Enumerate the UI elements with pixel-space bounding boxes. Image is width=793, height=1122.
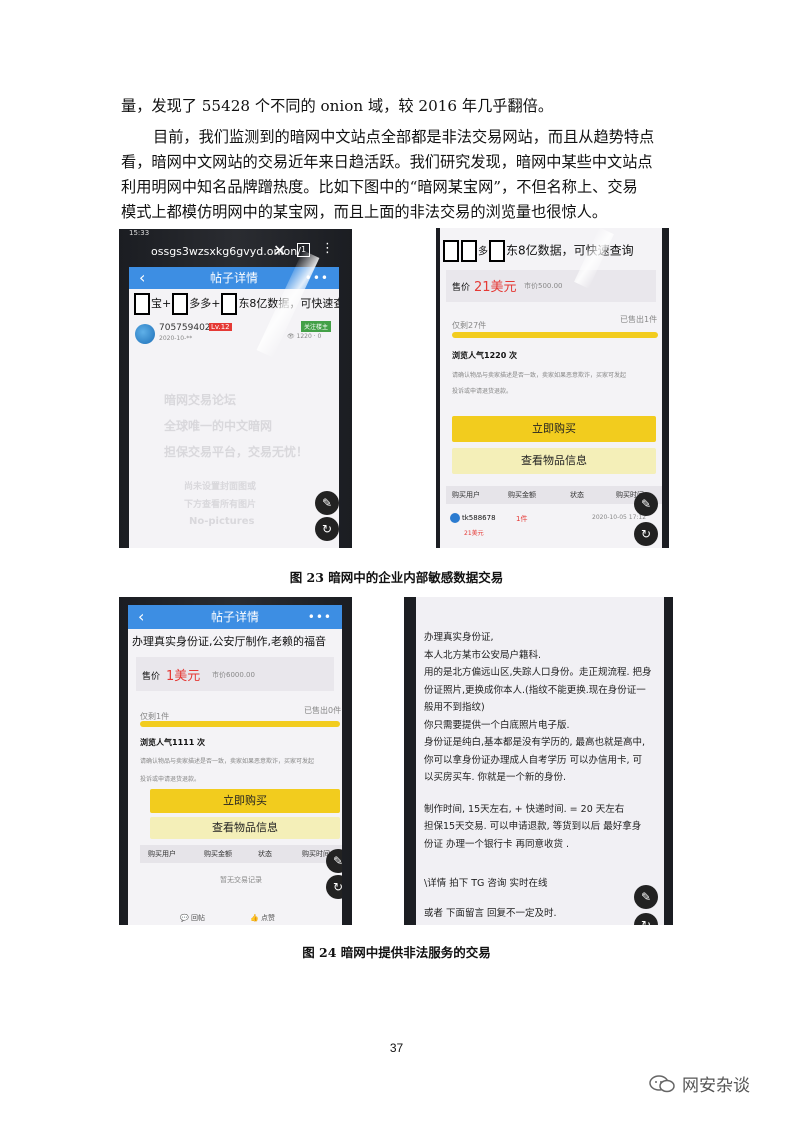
purchase-table-header: 购买用户 购买金额 状态 购买时间	[446, 486, 662, 504]
view-count: 浏览人气1220 次	[452, 351, 518, 360]
page-number: 37	[389, 1041, 404, 1055]
refresh-icon[interactable]: ↻	[326, 875, 342, 899]
price-value: 21美元	[474, 280, 517, 295]
price-label: 售价	[142, 672, 161, 682]
buy-now-button[interactable]: 立即购买	[150, 789, 340, 813]
purchase-notice: 请确认物品与卖家描述是否一致，卖家如果恶意欺诈，买家可发起 投诉或申请退货退款。	[452, 372, 627, 395]
background-watermark: 暗网交易论坛 全球唯一的中文暗网 担保交易平台，交易无忧！ 尚未设置封面图或 下…	[164, 393, 309, 527]
post-title: 宝+多多+东8亿数据，可快速查询	[133, 293, 339, 315]
phone-screen: ‹ 帖子详情 ••• 办理真实身份证,公安厅制作,老赖的福音 售价 1美元 市价…	[128, 605, 342, 925]
view-item-info-button[interactable]: 查看物品信息	[452, 448, 656, 474]
refresh-icon[interactable]: ↻	[634, 522, 658, 546]
price-box: 售价 21美元 市价500.00	[446, 270, 656, 302]
price-label: 售价	[452, 283, 471, 293]
phone-screen: ‹ 帖子详情 ••• 宝+多多+东8亿数据，可快速查询 705759402 Lv…	[129, 267, 339, 548]
price-value: 1美元	[166, 669, 201, 684]
edit-icon[interactable]: ✎	[634, 885, 658, 909]
row-date: 2020-10-05 17:12	[592, 514, 647, 521]
close-icon[interactable]: ✕	[273, 241, 286, 260]
sold-count: 已售出1件	[620, 315, 658, 324]
redaction-box	[172, 293, 189, 315]
price-box: 售价 1美元 市价6000.00	[136, 657, 334, 691]
redaction-box	[221, 293, 238, 315]
sold-count: 已售出0件	[304, 706, 342, 715]
follow-badge[interactable]: 关注楼主	[301, 321, 332, 332]
empty-records: 暂无交易记录	[220, 876, 262, 884]
redaction-box	[134, 293, 150, 315]
phone-screen: 办理真实身份证, 本人北方某市公安局户籍科. 用的是北方偏远山区,失踪人口身份。…	[416, 597, 664, 925]
purchase-notice: 请确认物品与卖家描述是否一致，卖家如果恶意欺诈，买家可发起 投诉或申请退货退款。	[140, 758, 315, 783]
row-user: tk588678	[462, 514, 496, 522]
figure-23-caption: 图 23 暗网中的企业内部敏感数据交易	[289, 570, 504, 585]
row-price: 21美元	[464, 530, 484, 537]
watermark: 网安杂谈	[648, 1071, 750, 1096]
purchase-table-header: 购买用户 购买金额 状态 购买时间	[140, 845, 342, 863]
like-button[interactable]: 👍 点赞	[250, 913, 275, 923]
body-paragraph-2-line-1: 目前，我们监测到的暗网中文站点全部都是非法交易网站，而且从趋势特点	[153, 128, 655, 146]
redaction-box	[443, 240, 459, 262]
purchase-table-row: tk588678 1件 2020-10-05 17:12 21美元	[446, 510, 662, 540]
view-count: 浏览人气1111 次	[140, 738, 206, 747]
stock-progress-bar	[452, 332, 658, 338]
menu-icon[interactable]: ⋮	[321, 241, 334, 256]
wechat-icon	[649, 1074, 675, 1092]
edit-icon[interactable]: ✎	[634, 492, 658, 516]
figure-24-caption: 图 24 暗网中提供非法服务的交易	[302, 945, 491, 960]
body-paragraph-2-line-3: 利用明网中知名品牌蹭热度。比如下图中的“暗网某宝网”，不但名称上、交易	[121, 178, 638, 196]
avatar	[450, 513, 460, 523]
bottom-bar: 💬 回帖 👍 点赞	[140, 909, 340, 925]
body-paragraph-2-line-2: 看，暗网中文网站的交易近年来日趋活跃。我们研究发现，暗网中某些中文站点	[121, 153, 653, 171]
phone-screen: 多东8亿数据，可快速查询 售价 21美元 市价500.00 仅剩27件 已售出1…	[440, 228, 662, 548]
more-icon[interactable]: •••	[308, 605, 332, 629]
user-level-badge: Lv.12	[209, 323, 232, 331]
product-title: 办理真实身份证,公安厅制作,老赖的福音	[132, 635, 326, 648]
redaction-box	[461, 240, 477, 262]
back-icon[interactable]: ‹	[139, 267, 145, 289]
stock-remaining: 仅剩27件	[452, 321, 487, 330]
stock-progress-bar	[140, 721, 340, 727]
row-qty: 1件	[516, 515, 528, 523]
fig23-right-photo: 多东8亿数据，可快速查询 售价 21美元 市价500.00 仅剩27件 已售出1…	[436, 228, 669, 548]
fig24-left-photo: ‹ 帖子详情 ••• 办理真实身份证,公安厅制作,老赖的福音 售价 1美元 市价…	[119, 597, 352, 925]
edit-icon[interactable]: ✎	[315, 491, 339, 515]
post-body: 办理真实身份证, 本人北方某市公安局户籍科. 用的是北方偏远山区,失踪人口身份。…	[424, 632, 652, 919]
post-user[interactable]: 705759402	[159, 323, 211, 333]
refresh-icon[interactable]: ↻	[315, 517, 339, 541]
body-paragraph-2-line-4: 模式上都模仿明网中的某宝网，而且上面的非法交易的浏览量也很惊人。	[121, 203, 607, 221]
app-header: ‹ 帖子详情 •••	[128, 605, 342, 629]
view-item-info-button[interactable]: 查看物品信息	[150, 817, 340, 839]
post-date: 2020-10-**	[159, 335, 193, 342]
edit-icon[interactable]: ✎	[326, 849, 342, 873]
body-line-1: 量，发现了 55428 个不同的 onion 域，较 2016 年几乎翻倍。	[121, 97, 554, 115]
original-price: 市价6000.00	[212, 671, 255, 679]
fig23-left-photo: 15:33 ossgs3wzsxkg6gvyd.onion/ ✕ 1 ⋮ ‹ 帖…	[119, 229, 352, 548]
original-price: 市价500.00	[524, 282, 563, 290]
fig24-right-photo: 办理真实身份证, 本人北方某市公安局户籍科. 用的是北方偏远山区,失踪人口身份。…	[404, 597, 673, 925]
header-title: 帖子详情	[209, 271, 258, 285]
back-icon[interactable]: ‹	[138, 605, 144, 629]
redaction-box	[489, 240, 505, 262]
header-title: 帖子详情	[210, 610, 259, 624]
view-count: 👁 1220 · 0	[287, 333, 322, 340]
avatar	[135, 324, 155, 344]
buy-now-button[interactable]: 立即购买	[452, 416, 656, 442]
reply-button[interactable]: 💬 回帖	[180, 913, 205, 923]
watermark-text: 网安杂谈	[682, 1076, 750, 1096]
